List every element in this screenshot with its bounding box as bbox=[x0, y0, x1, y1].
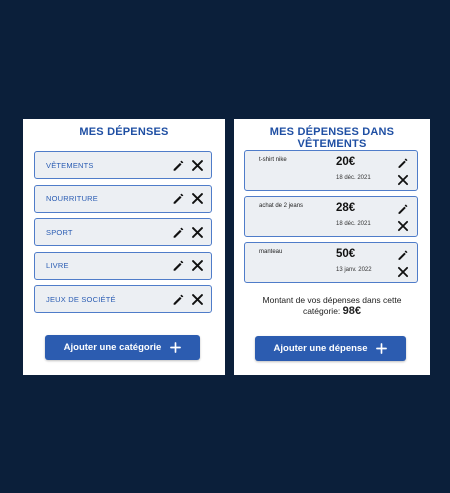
expense-name: achat de 2 jeans bbox=[259, 203, 304, 209]
category-item[interactable]: SPORT bbox=[34, 218, 212, 246]
category-label: JEUX DE SOCIÉTÉ bbox=[46, 294, 116, 304]
close-icon[interactable] bbox=[189, 291, 205, 307]
expense-item[interactable]: manteau 50€ 13 janv. 2022 bbox=[244, 242, 418, 283]
close-icon[interactable] bbox=[189, 224, 205, 240]
category-label: VÊTEMENTS bbox=[46, 160, 94, 170]
close-icon[interactable] bbox=[189, 191, 205, 207]
expense-name: t-shirt nike bbox=[259, 157, 287, 163]
pencil-icon[interactable] bbox=[170, 258, 186, 274]
expense-amount: 28€ bbox=[336, 202, 356, 214]
category-label: NOURRITURE bbox=[46, 194, 98, 203]
expenses-title: MES DÉPENSES DANS VÊTEMENTS bbox=[269, 126, 395, 150]
category-label: SPORT bbox=[46, 227, 73, 237]
pencil-icon[interactable] bbox=[395, 247, 411, 263]
total-summary: Montant de vos dépenses dans cette catég… bbox=[246, 295, 418, 317]
expense-amount: 50€ bbox=[336, 248, 356, 260]
expense-date: 18 déc. 2021 bbox=[336, 175, 371, 181]
category-item[interactable]: VÊTEMENTS bbox=[34, 151, 212, 179]
close-icon[interactable] bbox=[395, 172, 411, 188]
expense-amount: 20€ bbox=[336, 156, 356, 168]
pencil-icon[interactable] bbox=[170, 191, 186, 207]
categories-panel: MES DÉPENSES VÊTEMENTS NOURRITURE SPORT bbox=[23, 119, 225, 375]
category-label: LIVRE bbox=[46, 261, 69, 270]
category-list: VÊTEMENTS NOURRITURE SPORT LIVRE JEUX DE… bbox=[34, 151, 212, 319]
close-icon[interactable] bbox=[395, 264, 411, 280]
expenses-panel: MES DÉPENSES DANS VÊTEMENTS t-shirt nike… bbox=[234, 119, 430, 375]
close-icon[interactable] bbox=[395, 218, 411, 234]
add-category-button[interactable]: Ajouter une catégorie bbox=[45, 335, 200, 360]
close-icon[interactable] bbox=[189, 157, 205, 173]
total-text: Montant de vos dépenses dans cette catég… bbox=[262, 295, 402, 316]
add-expense-button[interactable]: Ajouter une dépense bbox=[255, 336, 406, 361]
pencil-icon[interactable] bbox=[395, 201, 411, 217]
plus-icon bbox=[170, 342, 182, 353]
expense-date: 18 déc. 2021 bbox=[336, 221, 371, 227]
category-item[interactable]: JEUX DE SOCIÉTÉ bbox=[34, 285, 212, 313]
pencil-icon[interactable] bbox=[170, 224, 186, 240]
categories-title: MES DÉPENSES bbox=[79, 126, 169, 138]
plus-icon bbox=[376, 343, 388, 354]
close-icon[interactable] bbox=[189, 258, 205, 274]
pencil-icon[interactable] bbox=[395, 155, 411, 171]
expense-item[interactable]: achat de 2 jeans 28€ 18 déc. 2021 bbox=[244, 196, 418, 237]
pencil-icon[interactable] bbox=[170, 291, 186, 307]
add-category-label: Ajouter une catégorie bbox=[63, 342, 162, 353]
expense-date: 13 janv. 2022 bbox=[336, 267, 372, 273]
total-amount: 98€ bbox=[342, 305, 362, 317]
expense-name: manteau bbox=[259, 249, 283, 255]
expense-item[interactable]: t-shirt nike 20€ 18 déc. 2021 bbox=[244, 150, 418, 191]
add-expense-label: Ajouter une dépense bbox=[273, 343, 368, 354]
pencil-icon[interactable] bbox=[170, 157, 186, 173]
category-item[interactable]: NOURRITURE bbox=[34, 184, 212, 213]
expense-list: t-shirt nike 20€ 18 déc. 2021 achat de 2… bbox=[244, 150, 418, 288]
category-item[interactable]: LIVRE bbox=[34, 251, 212, 280]
